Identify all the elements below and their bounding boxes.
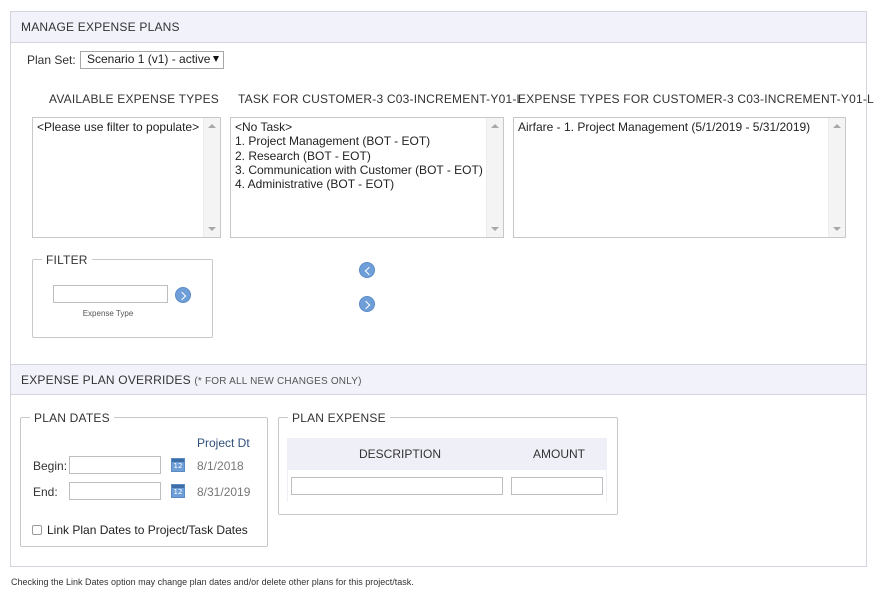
end-calendar-button[interactable]: 12 xyxy=(171,484,185,498)
amount-column-header: AMOUNT xyxy=(533,447,585,461)
begin-calendar-button[interactable]: 12 xyxy=(171,458,185,472)
task-list-scrollbar[interactable] xyxy=(486,118,503,237)
end-label: End: xyxy=(33,485,58,499)
begin-date-input[interactable] xyxy=(69,456,161,474)
chevron-down-icon xyxy=(213,56,219,62)
begin-project-dt: 8/1/2018 xyxy=(197,459,244,473)
filter-legend: FILTER xyxy=(42,253,92,267)
task-list-header: TASK FOR CUSTOMER-3 C03-INCREMENT-Y01-L xyxy=(238,92,524,106)
expense-types-for-customer-list[interactable]: Airfare - 1. Project Management (5/1/201… xyxy=(513,117,846,238)
description-input[interactable] xyxy=(291,477,503,495)
amount-input[interactable] xyxy=(511,477,603,495)
move-right-button[interactable] xyxy=(359,296,375,312)
expense-types-list-scrollbar[interactable] xyxy=(828,118,845,237)
scroll-down-icon[interactable] xyxy=(833,227,841,231)
available-list-scrollbar[interactable] xyxy=(203,118,220,237)
expense-plan-overrides-header: EXPENSE PLAN OVERRIDES (* FOR ALL NEW CH… xyxy=(11,364,866,395)
footer-note: Checking the Link Dates option may chang… xyxy=(11,577,414,587)
available-items: <Please use filter to populate> xyxy=(37,120,202,134)
expense-type-items: Airfare - 1. Project Management (5/1/201… xyxy=(518,120,827,134)
filter-caption: Expense Type xyxy=(82,309,134,318)
expense-plan-overrides-title: EXPENSE PLAN OVERRIDES xyxy=(21,373,191,387)
filter-go-button[interactable] xyxy=(175,287,191,303)
link-dates-label[interactable]: Link Plan Dates to Project/Task Dates xyxy=(47,523,248,537)
manage-expense-plans-header: MANAGE EXPENSE PLANS xyxy=(11,12,866,43)
description-column-header: DESCRIPTION xyxy=(359,447,442,461)
plan-dates-legend: PLAN DATES xyxy=(30,411,114,425)
task-items: <No Task> 1. Project Management (BOT - E… xyxy=(235,120,485,191)
scroll-up-icon[interactable] xyxy=(491,124,499,128)
scroll-up-icon[interactable] xyxy=(833,124,841,128)
list-item[interactable]: <No Task> xyxy=(235,120,485,134)
scroll-down-icon[interactable] xyxy=(208,227,216,231)
list-item[interactable]: <Please use filter to populate> xyxy=(37,120,202,134)
plan-set-select[interactable]: Scenario 1 (v1) - active xyxy=(80,51,224,69)
scroll-up-icon[interactable] xyxy=(208,124,216,128)
overrides-note: (* FOR ALL NEW CHANGES ONLY) xyxy=(194,376,362,387)
available-expense-types-list[interactable]: <Please use filter to populate> xyxy=(32,117,221,238)
list-item[interactable]: 1. Project Management (BOT - EOT) xyxy=(235,134,485,148)
chevron-left-icon xyxy=(364,266,373,275)
chevron-right-icon xyxy=(177,291,187,300)
manage-expense-plans-title: MANAGE EXPENSE PLANS xyxy=(21,20,180,34)
link-dates-checkbox[interactable] xyxy=(32,525,42,535)
begin-label: Begin: xyxy=(33,459,68,473)
list-item[interactable]: 2. Research (BOT - EOT) xyxy=(235,149,485,163)
scroll-down-icon[interactable] xyxy=(491,227,499,231)
expense-type-filter-input[interactable] xyxy=(53,285,168,303)
calendar-icon: 12 xyxy=(173,462,183,470)
task-list[interactable]: <No Task> 1. Project Management (BOT - E… xyxy=(230,117,504,238)
end-project-dt: 8/31/2019 xyxy=(197,485,251,499)
plan-set-selected-value: Scenario 1 (v1) - active xyxy=(87,52,211,66)
chevron-right-icon xyxy=(361,300,371,309)
expense-types-for-customer-header: EXPENSE TYPES FOR CUSTOMER-3 C03-INCREME… xyxy=(518,92,874,106)
plan-set-label: Plan Set: xyxy=(27,53,76,67)
plan-expense-legend: PLAN EXPENSE xyxy=(288,411,390,425)
list-item[interactable]: 3. Communication with Customer (BOT - EO… xyxy=(235,163,485,177)
list-item[interactable]: Airfare - 1. Project Management (5/1/201… xyxy=(518,120,827,134)
plan-expense-grid-header: DESCRIPTION AMOUNT xyxy=(287,438,607,471)
end-date-input[interactable] xyxy=(69,482,161,500)
list-item[interactable]: 4. Administrative (BOT - EOT) xyxy=(235,177,485,191)
available-expense-types-header: AVAILABLE EXPENSE TYPES xyxy=(49,92,220,106)
project-dt-header: Project Dt xyxy=(197,436,250,450)
move-left-button[interactable] xyxy=(359,262,375,278)
calendar-icon: 12 xyxy=(173,488,183,496)
